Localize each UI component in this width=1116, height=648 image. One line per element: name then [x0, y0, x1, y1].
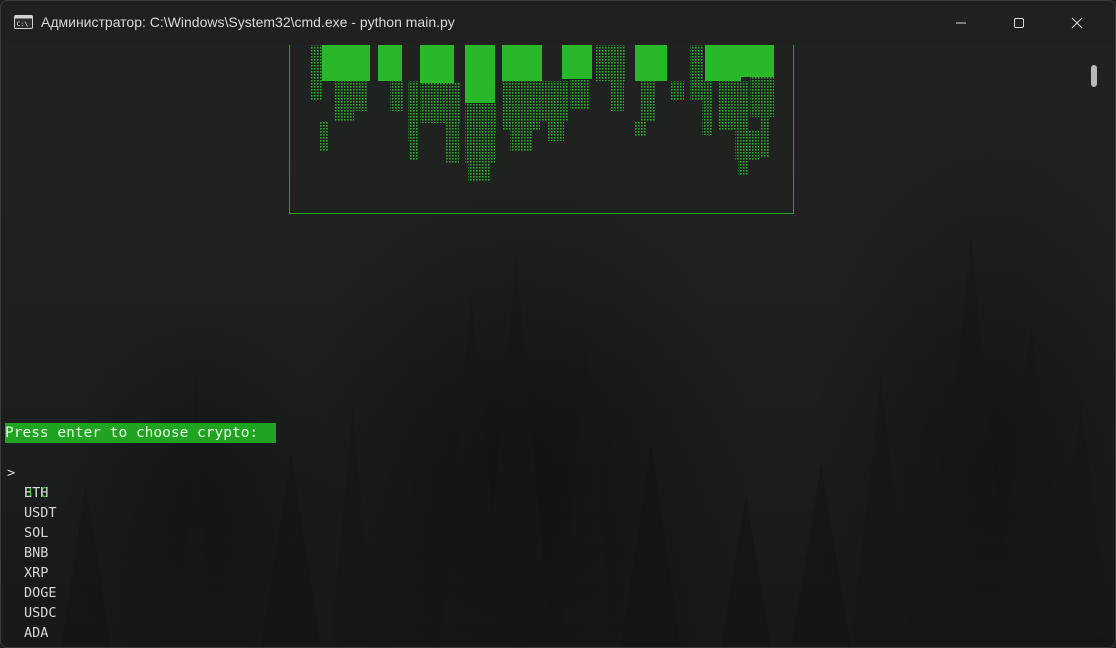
- window-title: Администратор: C:\Windows\System32\cmd.e…: [41, 14, 455, 30]
- menu-item-eth[interactable]: ETH: [1, 463, 66, 501]
- menu-item-label: ADA: [24, 625, 49, 641]
- svg-text:C:\: C:\: [17, 20, 29, 28]
- maximize-button[interactable]: [990, 1, 1048, 45]
- menu-prompt: Press enter to choose crypto:: [5, 423, 276, 443]
- menu-item-btc[interactable]: > BTC: [1, 443, 66, 501]
- menu-item-usdt[interactable]: USDT: [1, 483, 66, 521]
- terminal-area[interactable]: Press enter to choose crypto: > BTC ETH …: [1, 45, 1115, 647]
- minimize-button[interactable]: [932, 1, 990, 45]
- menu-item-bnb[interactable]: BNB: [1, 523, 66, 561]
- menu-item-sol[interactable]: SOL: [1, 503, 66, 541]
- minimize-icon: [955, 17, 967, 29]
- menu-item-usdc[interactable]: USDC: [1, 583, 66, 621]
- close-button[interactable]: [1048, 1, 1106, 45]
- crypto-ascii-logo: [310, 45, 774, 181]
- maximize-icon: [1013, 17, 1025, 29]
- menu-item-xrp[interactable]: XRP: [1, 543, 66, 581]
- scrollbar-thumb[interactable]: [1091, 65, 1097, 87]
- cmd-icon[interactable]: C:\: [14, 15, 33, 29]
- menu-item-doge[interactable]: DOGE: [1, 563, 66, 601]
- close-icon: [1071, 17, 1083, 29]
- logo-frame: [289, 45, 794, 214]
- title-bar[interactable]: C:\ Администратор: C:\Windows\System32\c…: [1, 1, 1115, 45]
- console-window: C:\ Администратор: C:\Windows\System32\c…: [0, 0, 1116, 648]
- crypto-menu[interactable]: > BTC ETH USDT SOL BNB XRP DOGE USDC ADA: [1, 443, 66, 641]
- menu-item-ada[interactable]: ADA: [1, 603, 66, 641]
